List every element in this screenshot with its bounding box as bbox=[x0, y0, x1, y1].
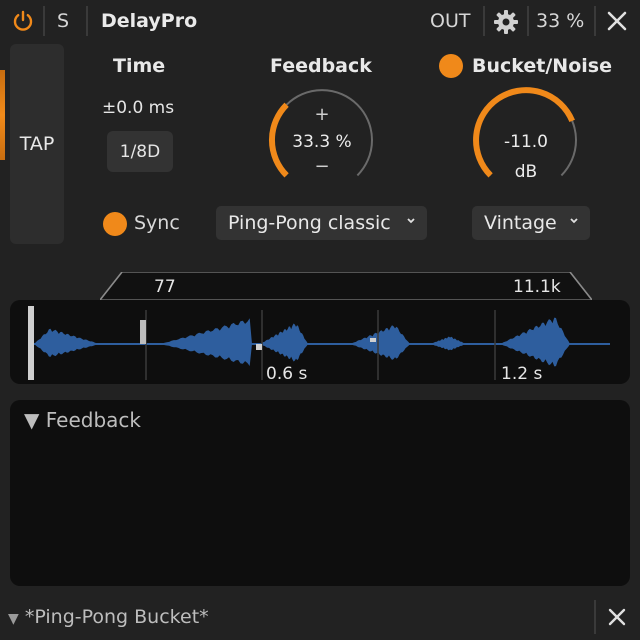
top-bar: S DelayPro OUT 33 % bbox=[0, 0, 640, 44]
close-icon[interactable] bbox=[604, 8, 630, 34]
sync-label: Sync bbox=[134, 212, 180, 234]
filter-high-value[interactable]: 11.1k bbox=[513, 277, 561, 297]
waveform-burst bbox=[34, 328, 100, 357]
feedback-minus[interactable]: − bbox=[266, 156, 378, 177]
preset-selector[interactable]: ▼ *Ping-Pong Bucket* bbox=[8, 606, 209, 628]
feedback-value: 33.3 % bbox=[292, 132, 352, 152]
waveform-burst bbox=[430, 336, 466, 351]
echo-marker bbox=[370, 338, 376, 342]
triangle-down-icon: ▼ bbox=[8, 611, 19, 627]
note-value-button[interactable]: 1/8D bbox=[107, 131, 173, 172]
solo-button[interactable]: S bbox=[57, 10, 69, 32]
bucket-character-select[interactable]: Vintage bbox=[472, 206, 590, 240]
triangle-down-icon: ▼ bbox=[24, 408, 40, 432]
echo-marker bbox=[256, 344, 262, 350]
divider bbox=[594, 600, 596, 634]
bucket-value: -11.0 bbox=[504, 132, 548, 152]
waveform-burst bbox=[260, 323, 308, 362]
feedback-title: Feedback bbox=[270, 55, 372, 77]
time-marker-label: 1.2 s bbox=[501, 364, 543, 384]
feedback-plus[interactable]: + bbox=[266, 104, 378, 125]
bucket-unit: dB bbox=[514, 162, 538, 182]
feedback-panel-title: Feedback bbox=[45, 408, 141, 432]
chevron-down-icon bbox=[570, 218, 578, 224]
zoom-level[interactable]: 33 % bbox=[536, 10, 584, 32]
feedback-panel-header[interactable]: ▼ Feedback bbox=[24, 408, 141, 432]
bucket-title: Bucket/Noise bbox=[472, 55, 612, 77]
delay-tap-marker[interactable] bbox=[140, 320, 146, 344]
sync-toggle[interactable] bbox=[103, 212, 127, 236]
divider bbox=[527, 6, 529, 36]
divider bbox=[86, 6, 88, 36]
waveform-display[interactable]: 0.6 s 1.2 s bbox=[10, 300, 630, 384]
power-icon[interactable] bbox=[12, 10, 34, 32]
accent-strip bbox=[0, 70, 5, 160]
time-title: Time bbox=[113, 55, 166, 77]
feedback-knob[interactable]: + 33.3 % − bbox=[266, 86, 378, 190]
playhead-marker[interactable] bbox=[28, 306, 34, 380]
tap-button[interactable]: TAP bbox=[10, 44, 64, 244]
preset-name: *Ping-Pong Bucket* bbox=[24, 606, 209, 628]
bucket-character-value: Vintage bbox=[484, 212, 557, 234]
chevron-down-icon bbox=[407, 218, 415, 224]
divider bbox=[483, 6, 485, 36]
feedback-mode-value: Ping-Pong classic bbox=[228, 212, 391, 234]
time-offset-value[interactable]: ±0.0 ms bbox=[102, 98, 174, 118]
filter-range[interactable]: 77 11.1k bbox=[98, 271, 594, 301]
waveform-burst bbox=[500, 317, 570, 367]
time-marker-label: 0.6 s bbox=[266, 364, 308, 384]
app-title: DelayPro bbox=[101, 10, 198, 32]
filter-low-value[interactable]: 77 bbox=[154, 277, 176, 297]
divider bbox=[594, 6, 596, 36]
waveform-burst bbox=[160, 318, 252, 366]
close-icon[interactable] bbox=[606, 606, 628, 628]
waveform-burst bbox=[350, 325, 410, 360]
divider bbox=[43, 6, 45, 36]
gear-icon[interactable] bbox=[492, 8, 520, 36]
bucket-enable-toggle[interactable] bbox=[439, 54, 463, 78]
feedback-mode-select[interactable]: Ping-Pong classic bbox=[216, 206, 427, 240]
output-button[interactable]: OUT bbox=[430, 10, 470, 32]
bucket-knob[interactable]: -11.0 dB bbox=[470, 86, 582, 190]
